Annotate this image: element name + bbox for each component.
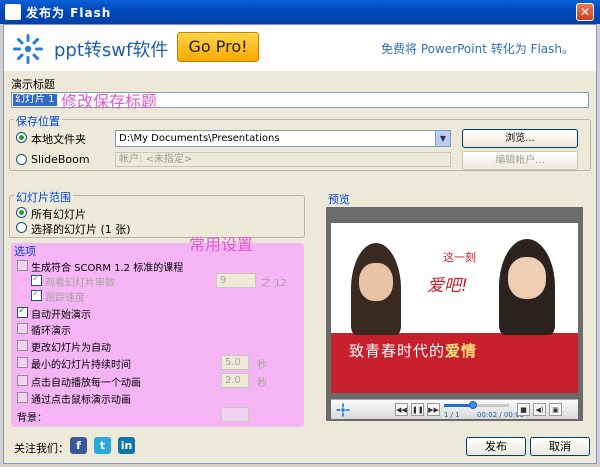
- scorm-label: 生成符合 SCORM 1.2 标准的课程: [31, 263, 184, 274]
- player-logo-icon: [336, 403, 350, 417]
- slideboom-radio[interactable]: [16, 154, 27, 165]
- pause-button[interactable]: ❚❚: [411, 403, 424, 416]
- slide-face-right: [508, 257, 546, 299]
- slide-script: 爱吧!: [427, 276, 468, 296]
- stop-button[interactable]: ■: [517, 403, 530, 416]
- auto-change-checkbox[interactable]: [17, 340, 28, 351]
- local-path-combo[interactable]: D:\My Documents\Presentations ▼: [115, 130, 451, 147]
- volume-button[interactable]: ◀): [533, 403, 546, 416]
- progress-knob[interactable]: [469, 401, 478, 409]
- title-label: 演示标题: [11, 78, 55, 91]
- save-location-legend: 保存位置: [14, 113, 62, 129]
- cancel-button[interactable]: 取消: [530, 437, 590, 456]
- account-field: 帐户: <未指定>: [115, 152, 451, 167]
- twitter-icon: t: [99, 439, 106, 452]
- min-duration-label: 最小的幻灯片持续时间: [31, 360, 131, 371]
- previous-button[interactable]: ◀◀: [395, 403, 408, 416]
- auto-change-label: 更改幻灯片为自动: [31, 343, 111, 354]
- mouse-click-label: 通过点击鼠标演示动画: [31, 395, 131, 406]
- close-icon: ✕: [579, 5, 591, 19]
- app-icon: [5, 4, 21, 20]
- min-duration-unit: 秒: [257, 360, 267, 371]
- local-folder-radio[interactable]: [16, 132, 27, 143]
- auto-anim-checkbox[interactable]: [17, 375, 28, 386]
- loop-label: 循环演示: [31, 326, 71, 337]
- close-button[interactable]: ✕: [576, 3, 594, 21]
- window-title: 发布为 Flash: [26, 6, 112, 20]
- slide-caption-text: 致青春时代的: [349, 342, 446, 360]
- viewed-rate-label: 观看幻灯片审数: [45, 278, 115, 289]
- header-banner: ppt转swf软件 Go Pro! 免费将 PowerPoint 转化为 Fla…: [4, 25, 596, 71]
- options-hint: 常用设置: [189, 235, 254, 254]
- linkedin-button[interactable]: in: [118, 437, 135, 454]
- title-hint: 修改保存标题: [61, 92, 158, 111]
- linkedin-icon: in: [120, 439, 133, 452]
- local-path-value: D:\My Documents\Presentations: [119, 133, 280, 144]
- viewed-rate-value: 9: [220, 275, 227, 286]
- min-duration-checkbox[interactable]: [17, 357, 28, 368]
- track-speed-label: 跟踪速度: [45, 293, 85, 304]
- facebook-icon: f: [76, 439, 81, 452]
- slideboom-label: SlideBoom: [31, 153, 90, 166]
- tagline: 免费将 PowerPoint 转化为 Flash。: [381, 42, 574, 56]
- edit-account-button: 编辑帐户...: [462, 151, 578, 170]
- background-color-picker[interactable]: [221, 407, 249, 422]
- options-legend: 选项: [14, 245, 36, 258]
- slide-caption-highlight: 爱情: [445, 342, 478, 360]
- loop-checkbox[interactable]: [17, 323, 28, 334]
- slide-side-text: 这一刻: [443, 251, 476, 264]
- preview-slide: 这一刻 爱吧! 致青春时代的爱情: [331, 223, 578, 393]
- go-pro-button[interactable]: Go Pro!: [177, 32, 259, 62]
- options-panel: 选项 常用设置 生成符合 SCORM 1.2 标准的课程 观看幻灯片审数 9 之…: [11, 235, 304, 427]
- account-placeholder: 帐户: <未指定>: [119, 154, 193, 165]
- auto-anim-field: 2.0: [221, 373, 249, 388]
- local-folder-label: 本地文件夹: [31, 133, 86, 146]
- selected-slides-label: 选择的幻灯片 (1 张): [31, 223, 131, 236]
- slide-counter: 1 / 1: [444, 411, 460, 419]
- viewed-rate-select: 9: [216, 273, 256, 288]
- chevron-down-icon[interactable]: ▼: [435, 131, 450, 146]
- viewed-rate-checkbox: [31, 273, 42, 286]
- twitter-button[interactable]: t: [94, 437, 111, 454]
- auto-anim-unit: 秒: [257, 378, 267, 389]
- next-button[interactable]: ▶▶: [427, 403, 440, 416]
- auto-anim-label: 点击自动播放每一个动画: [31, 378, 141, 389]
- fullscreen-button[interactable]: ▣: [549, 403, 562, 416]
- slide-range-legend: 幻灯片范围: [14, 189, 73, 205]
- mouse-click-checkbox[interactable]: [17, 392, 28, 403]
- preview-panel: 这一刻 爱吧! 致青春时代的爱情 ◀◀ ❚❚ ▶▶ 1 / 1 00:02 / …: [326, 207, 583, 421]
- auto-start-label: 自动开始演示: [31, 310, 91, 321]
- publish-button[interactable]: 发布: [466, 437, 526, 456]
- background-label: 背景：: [17, 413, 47, 424]
- min-duration-field: 5.0: [221, 355, 249, 370]
- slide-photo-area: 这一刻 爱吧!: [331, 223, 578, 335]
- min-duration-value: 5.0: [225, 357, 241, 368]
- facebook-button[interactable]: f: [70, 437, 87, 454]
- progress-track[interactable]: [444, 401, 509, 409]
- selected-slides-radio[interactable]: [16, 222, 27, 233]
- auto-start-checkbox[interactable]: [17, 305, 28, 318]
- browse-button[interactable]: 浏览...: [462, 129, 578, 148]
- track-speed-checkbox: [31, 288, 42, 301]
- slide-face-left: [359, 263, 393, 301]
- all-slides-label: 所有幻灯片: [31, 208, 86, 221]
- viewed-rate-of: 之 12: [261, 278, 287, 289]
- brand-name: ppt转swf软件: [54, 40, 169, 61]
- slide-caption: 致青春时代的爱情: [349, 340, 477, 361]
- auto-anim-value: 2.0: [225, 375, 241, 386]
- all-slides-radio[interactable]: [16, 207, 27, 218]
- preview-label: 预览: [328, 193, 350, 206]
- publish-dialog: ppt转swf软件 Go Pro! 免费将 PowerPoint 转化为 Fla…: [3, 24, 597, 464]
- title-bar: 发布为 Flash ✕: [0, 0, 600, 24]
- follow-label: 关注我们：: [14, 442, 69, 455]
- scorm-checkbox[interactable]: [17, 260, 28, 271]
- ispring-logo-icon: [13, 34, 43, 64]
- title-input-value: 幻灯片 1: [13, 94, 57, 106]
- player-controls: ◀◀ ❚❚ ▶▶ 1 / 1 00:02 / 00:05 ■ ◀) ▣: [331, 399, 578, 419]
